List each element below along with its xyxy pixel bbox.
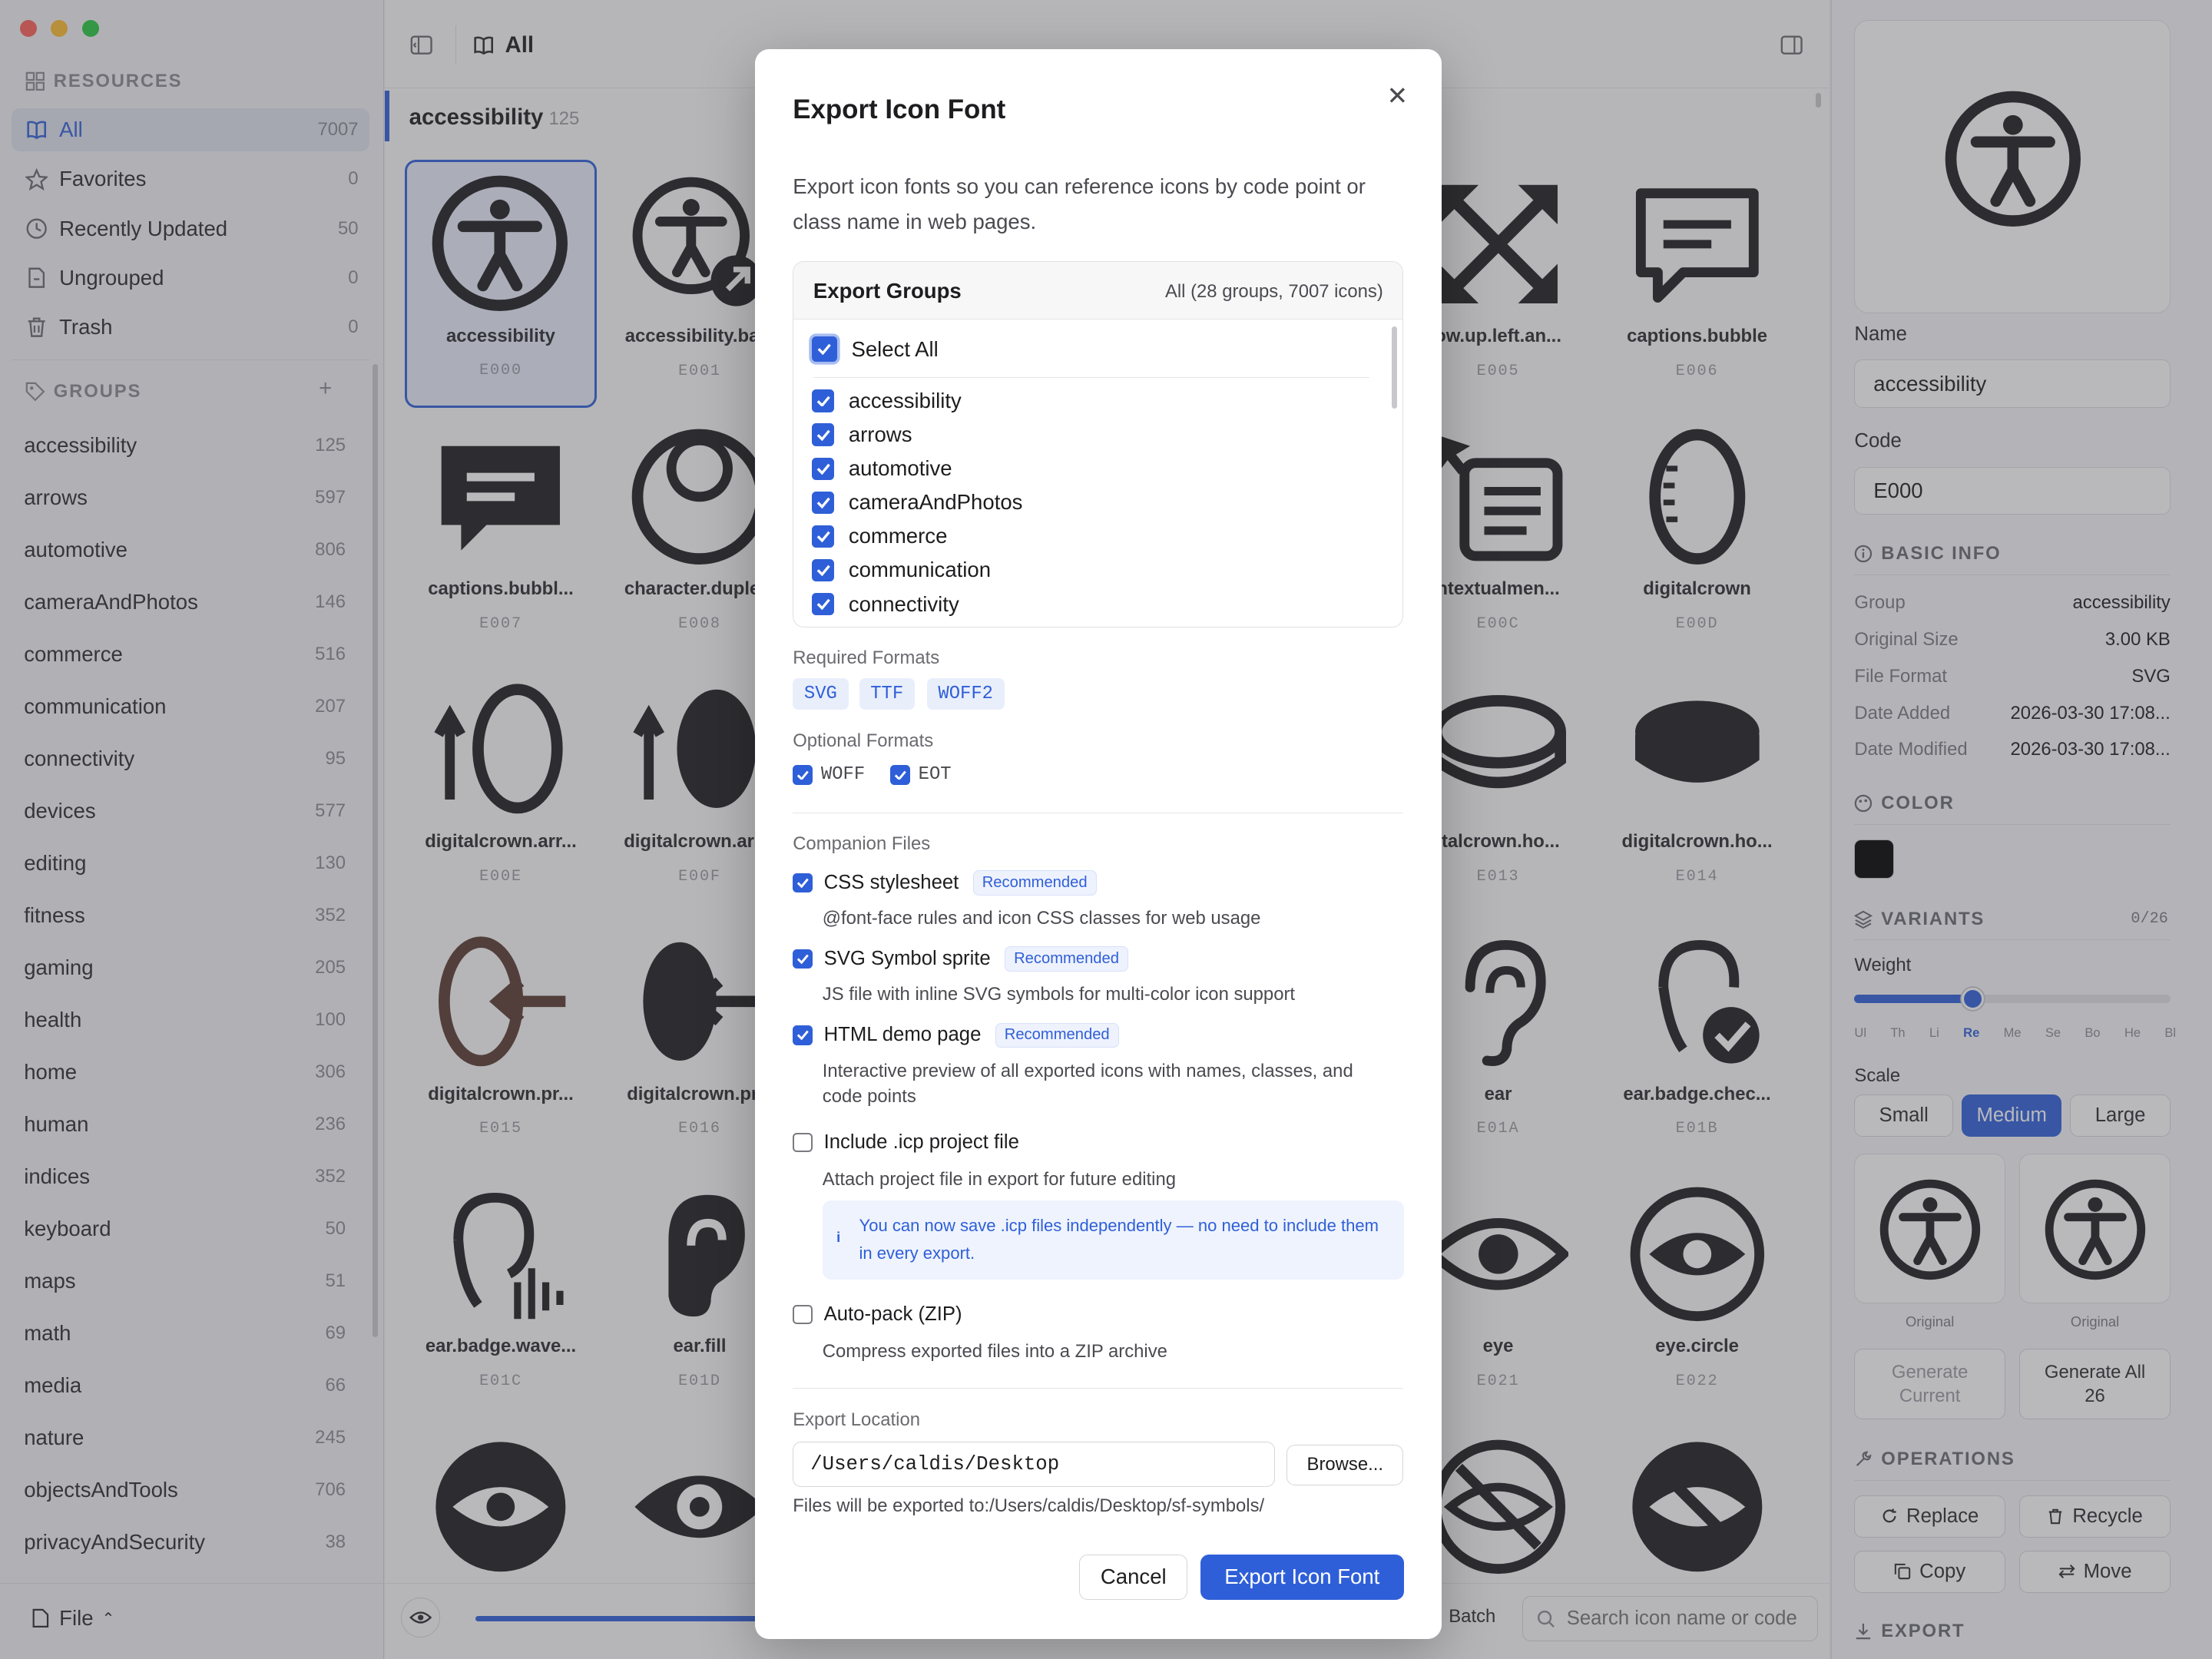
eot-checkbox[interactable]: EOT: [889, 764, 952, 786]
checkbox: [793, 1304, 813, 1325]
auto-pack-zip-desc: Compress exported files into a ZIP archi…: [822, 1341, 1167, 1363]
checkbox: [889, 765, 910, 785]
export-icon-font-dialog: Export Icon Font ✕ Export icon fonts so …: [754, 49, 1442, 1640]
browse-button[interactable]: Browse...: [1286, 1444, 1404, 1486]
export-group-label: arrows: [848, 422, 912, 447]
export-location-field[interactable]: /Users/caldis/Desktop: [793, 1442, 1276, 1487]
checkbox: [812, 423, 835, 446]
svg-symbol-sprite-label: SVG Symbol sprite: [823, 948, 991, 970]
checkbox: [793, 949, 813, 969]
export-group-label: commerce: [848, 524, 948, 548]
export-groups-panel: Export Groups All (28 groups, 7007 icons…: [793, 260, 1404, 628]
include-icp-desc: Attach project file in export for future…: [822, 1168, 1176, 1190]
css-stylesheet-checkbox[interactable]: CSS stylesheet Recommended: [793, 870, 1097, 896]
select-all-label: Select All: [851, 336, 939, 361]
css-stylesheet-label: CSS stylesheet: [823, 871, 959, 893]
recommended-badge: Recommended: [995, 1022, 1119, 1048]
format-badge-ttf: TTF: [859, 678, 915, 710]
export-group-cameraAndPhotos[interactable]: cameraAndPhotos: [812, 490, 1022, 515]
icp-info-text: You can now save .icp files independentl…: [859, 1215, 1379, 1263]
export-group-arrows[interactable]: arrows: [812, 422, 912, 447]
cancel-button[interactable]: Cancel: [1079, 1555, 1188, 1600]
html-demo-page-label: HTML demo page: [823, 1024, 982, 1046]
html-demo-page-checkbox[interactable]: HTML demo page Recommended: [793, 1022, 1119, 1048]
export-groups-title: Export Groups: [813, 278, 962, 303]
export-path-note: Files will be exported to:/Users/caldis/…: [793, 1495, 1265, 1516]
divider: [813, 377, 1369, 378]
dialog-title: Export Icon Font: [793, 94, 1006, 125]
optional-formats-label: Optional Formats: [793, 730, 934, 752]
format-badge-svg: SVG: [793, 678, 849, 710]
dialog-description: Export icon fonts so you can reference i…: [793, 174, 1366, 234]
checkbox: [812, 558, 835, 582]
export-group-label: automotive: [848, 456, 952, 481]
export-group-commerce[interactable]: commerce: [812, 524, 947, 548]
select-all-checkbox[interactable]: Select All: [812, 336, 939, 363]
export-group-communication[interactable]: communication: [812, 558, 991, 582]
checkbox: [812, 525, 835, 548]
required-formats-label: Required Formats: [793, 647, 940, 669]
group-list-scrollbar[interactable]: [1391, 326, 1398, 409]
export-location-label: Export Location: [793, 1409, 920, 1430]
export-group-connectivity[interactable]: connectivity: [812, 592, 959, 617]
svg-symbol-sprite-desc: JS file with inline SVG symbols for mult…: [822, 984, 1296, 1005]
info-icon: i: [836, 1228, 841, 1245]
recommended-badge: Recommended: [972, 870, 1097, 896]
export-group-label: accessibility: [848, 389, 962, 413]
export-icon-font-button[interactable]: Export Icon Font: [1200, 1555, 1404, 1600]
auto-pack-zip-label: Auto-pack (ZIP): [823, 1303, 962, 1326]
checkbox: [812, 592, 835, 616]
checkbox: [793, 765, 813, 785]
auto-pack-zip-checkbox[interactable]: Auto-pack (ZIP): [793, 1303, 962, 1326]
divider: [793, 1388, 1404, 1389]
companion-files-label: Companion Files: [793, 833, 931, 855]
woff-label: WOFF: [820, 764, 866, 786]
svg-symbol-sprite-checkbox[interactable]: SVG Symbol sprite Recommended: [793, 946, 1129, 972]
export-group-label: cameraAndPhotos: [848, 490, 1023, 515]
export-group-automotive[interactable]: automotive: [812, 456, 952, 481]
include-icp-checkbox[interactable]: Include .icp project file: [793, 1131, 1019, 1154]
icp-info-box: i You can now save .icp files independen…: [822, 1200, 1404, 1280]
checkbox: [812, 457, 835, 480]
checkbox: [812, 389, 835, 412]
woff-checkbox[interactable]: WOFF: [793, 764, 865, 785]
export-group-label: connectivity: [848, 591, 959, 616]
export-group-label: communication: [848, 558, 992, 582]
format-badge-woff2: WOFF2: [926, 678, 1005, 710]
checkbox: [812, 336, 838, 363]
export-group-accessibility[interactable]: accessibility: [812, 389, 962, 413]
close-icon[interactable]: ✕: [1386, 81, 1408, 111]
css-stylesheet-desc: @font-face rules and icon CSS classes fo…: [822, 908, 1261, 929]
recommended-badge: Recommended: [1005, 946, 1129, 972]
include-icp-label: Include .icp project file: [823, 1131, 1019, 1154]
checkbox: [793, 1132, 813, 1153]
checkbox: [793, 1025, 813, 1045]
checkbox: [793, 873, 813, 893]
checkbox: [812, 491, 835, 514]
eot-label: EOT: [918, 764, 952, 786]
html-demo-page-desc: Interactive preview of all exported icon…: [822, 1060, 1353, 1107]
export-groups-summary: All (28 groups, 7007 icons): [1164, 281, 1383, 303]
